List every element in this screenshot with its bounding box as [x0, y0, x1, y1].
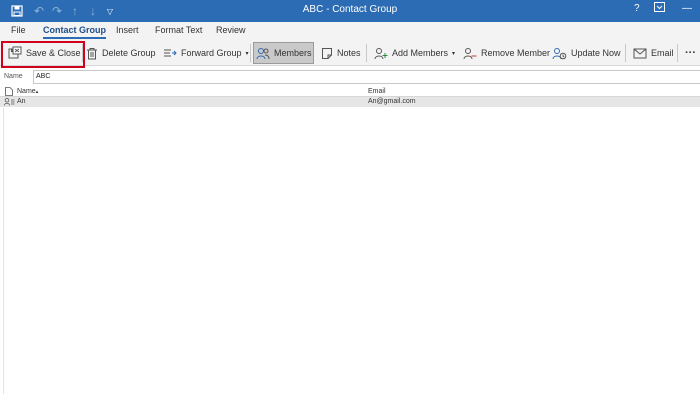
- members-table: Name▴ Email An An@gmail.com: [0, 86, 700, 107]
- contact-icon: [4, 98, 15, 108]
- pane-border: [3, 108, 4, 394]
- ribbon-display-options-icon[interactable]: [654, 2, 665, 15]
- delete-group-label: Delete Group: [102, 48, 156, 58]
- add-members-button[interactable]: Add Members ▾: [372, 42, 457, 64]
- chevron-down-icon: ▾: [245, 50, 249, 57]
- more-commands-button[interactable]: ···: [683, 42, 698, 64]
- remove-member-label: Remove Member: [481, 48, 551, 58]
- members-icon: [256, 47, 270, 59]
- tab-insert[interactable]: Insert: [116, 25, 139, 35]
- column-header-email[interactable]: Email: [368, 88, 386, 95]
- envelope-icon: [633, 48, 647, 58]
- highlight-box: [1, 41, 85, 68]
- name-field[interactable]: ABC: [33, 70, 700, 84]
- email-button[interactable]: Email: [631, 42, 676, 64]
- ribbon-tabs: File Contact Group Insert Format Text Re…: [0, 22, 700, 40]
- forward-icon: [164, 49, 177, 57]
- notes-label: Notes: [337, 48, 361, 58]
- sort-arrow-icon: ▴: [35, 89, 39, 95]
- forward-group-label: Forward Group: [181, 48, 242, 58]
- table-header: Name▴ Email: [0, 86, 700, 97]
- table-row[interactable]: An An@gmail.com: [0, 97, 700, 107]
- forward-group-button[interactable]: Forward Group ▾: [161, 42, 251, 64]
- column-header-name-label: Name: [17, 88, 36, 95]
- ribbon-divider: [625, 44, 626, 62]
- chevron-down-icon: ▾: [452, 50, 456, 57]
- delete-group-button[interactable]: Delete Group: [84, 42, 158, 64]
- column-header-name[interactable]: Name▴: [17, 88, 38, 95]
- update-members-icon: [552, 47, 567, 59]
- tab-contact-group[interactable]: Contact Group: [43, 25, 106, 39]
- window-title: ABC - Contact Group: [302, 4, 398, 15]
- members-label: Members: [274, 48, 312, 58]
- update-now-button[interactable]: Update Now: [550, 42, 623, 64]
- tab-file[interactable]: File: [11, 25, 26, 35]
- trash-icon: [87, 47, 97, 59]
- notes-icon: [322, 47, 332, 59]
- ribbon-toolbar: Save & Close Delete Group Forward Group …: [0, 40, 700, 66]
- add-members-label: Add Members: [392, 48, 449, 58]
- members-button[interactable]: Members: [253, 42, 314, 64]
- tab-review[interactable]: Review: [216, 25, 246, 35]
- add-member-icon: [374, 47, 388, 59]
- ribbon-divider: [250, 44, 251, 62]
- email-label: Email: [651, 48, 674, 58]
- help-button[interactable]: ?: [634, 3, 640, 14]
- name-row: Name ABC: [0, 68, 700, 86]
- title-bar: ↶ ↷ ↑ ↓ ▽ ABC - Contact Group ? —: [0, 0, 700, 22]
- name-label: Name: [4, 73, 23, 80]
- ribbon-divider: [677, 44, 678, 62]
- remove-member-icon: [463, 47, 477, 59]
- minimize-button[interactable]: —: [682, 3, 692, 14]
- ribbon-divider: [366, 44, 367, 62]
- tab-format-text[interactable]: Format Text: [155, 25, 202, 35]
- update-now-label: Update Now: [571, 48, 621, 58]
- member-name: An: [17, 98, 26, 105]
- notes-button[interactable]: Notes: [319, 42, 363, 64]
- member-email: An@gmail.com: [368, 98, 416, 105]
- remove-member-button[interactable]: Remove Member: [461, 42, 552, 64]
